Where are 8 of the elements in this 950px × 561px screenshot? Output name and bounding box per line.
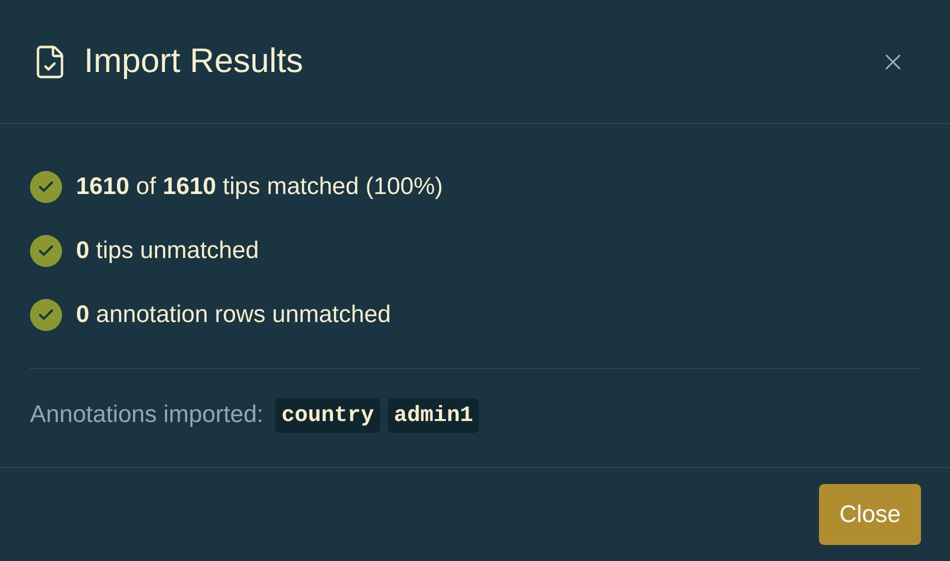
annotation-tag: admin1 — [388, 398, 480, 432]
annotations-label: Annotations imported: — [30, 400, 264, 430]
result-text: 1610 of 1610 tips matched (100%) — [76, 172, 443, 202]
dialog-title: Import Results — [84, 41, 304, 82]
close-dialog-button[interactable]: Close — [819, 484, 921, 545]
annotation-tag: country — [275, 398, 380, 432]
result-text: 0 tips unmatched — [76, 236, 259, 266]
result-text: 0 annotation rows unmatched — [76, 300, 391, 330]
